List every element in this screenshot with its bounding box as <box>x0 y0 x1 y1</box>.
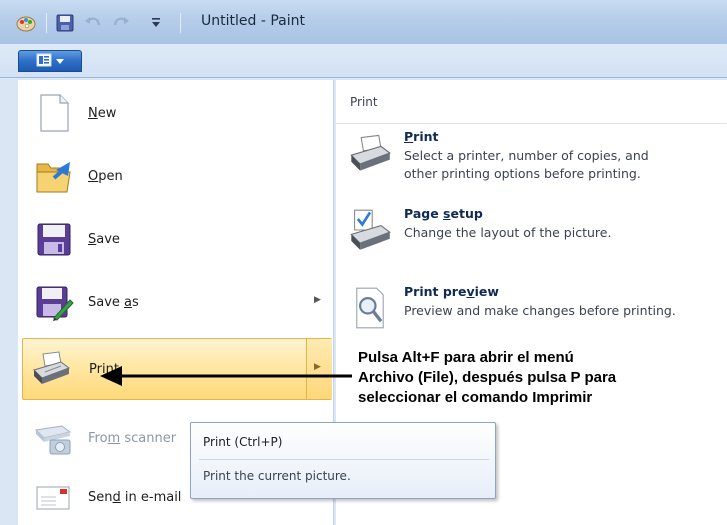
menu-item-label: Print <box>89 362 119 377</box>
print-option-page-setup[interactable]: Page setup Change the layout of the pict… <box>344 206 727 264</box>
option-title: Print preview <box>404 284 499 299</box>
page-setup-icon <box>348 208 392 252</box>
tooltip-description: Print the current picture. <box>203 469 351 483</box>
redo-icon[interactable] <box>112 14 130 35</box>
chevron-down-icon <box>56 54 64 68</box>
submenu-arrow-icon: ▶ <box>314 295 321 305</box>
toolbar-separator <box>46 13 47 33</box>
title-bar: Untitled - Paint <box>0 0 727 44</box>
paint-app-icon[interactable] <box>16 14 36 35</box>
paint-menu-button[interactable] <box>18 50 82 72</box>
window-title: Untitled - Paint <box>201 13 305 29</box>
customize-dropdown-icon[interactable] <box>150 17 162 32</box>
menu-item-open[interactable]: Open <box>22 145 332 207</box>
toolbar-separator <box>180 13 181 33</box>
scanner-camera-icon <box>34 418 74 458</box>
menu-item-label: Save as <box>88 295 139 310</box>
paint-menu-icon <box>36 53 52 70</box>
tooltip-divider <box>199 459 489 460</box>
annotation-line: Archivo (File), después pulsa P para <box>358 369 617 386</box>
submenu-arrow-icon: ▶ <box>314 362 321 372</box>
menu-item-label: From scanner <box>88 431 177 446</box>
save-as-icon <box>34 282 74 322</box>
instruction-annotation: Pulsa Alt+F para abrir el menú Archivo (… <box>358 348 727 408</box>
tooltip-title: Print (Ctrl+P) <box>203 435 283 449</box>
annotation-line: seleccionar el comando Imprimir <box>358 389 593 406</box>
print-preview-icon <box>348 286 392 330</box>
print-tooltip: Print (Ctrl+P) Print the current picture… <box>190 422 496 499</box>
option-description: Change the layout of the picture. <box>404 225 612 240</box>
email-icon <box>34 477 74 517</box>
menu-item-save[interactable]: Save <box>22 208 332 270</box>
print-option-print[interactable]: Print Select a printer, number of copies… <box>344 129 727 187</box>
new-document-icon <box>34 93 74 133</box>
menu-item-save-as[interactable]: Save as ▶ <box>22 271 332 333</box>
option-description: Select a printer, number of copies, and o… <box>404 148 649 181</box>
menu-item-new[interactable]: New <box>22 82 332 144</box>
annotation-line: Pulsa Alt+F para abrir el menú <box>358 349 574 366</box>
save-disk-icon <box>34 219 74 259</box>
option-title: Page setup <box>404 206 483 221</box>
ribbon-tab-row <box>0 44 727 78</box>
submenu-header <box>336 80 727 124</box>
printer-icon <box>31 348 71 388</box>
menu-item-label: New <box>88 106 117 121</box>
option-description: Preview and make changes before printing… <box>404 303 676 318</box>
option-title: Print <box>404 129 439 144</box>
undo-icon[interactable] <box>84 14 102 35</box>
printer-icon <box>348 131 392 175</box>
menu-item-label: Save <box>88 232 120 247</box>
print-option-print-preview[interactable]: Print preview Preview and make changes b… <box>344 284 727 342</box>
submenu-title: Print <box>350 95 378 109</box>
menu-item-print[interactable]: Print ▶ <box>22 338 332 400</box>
open-folder-icon <box>34 156 74 196</box>
menu-item-label: Open <box>88 169 123 184</box>
menu-item-label: Send in e-mail <box>88 490 182 505</box>
save-icon[interactable] <box>56 14 74 35</box>
